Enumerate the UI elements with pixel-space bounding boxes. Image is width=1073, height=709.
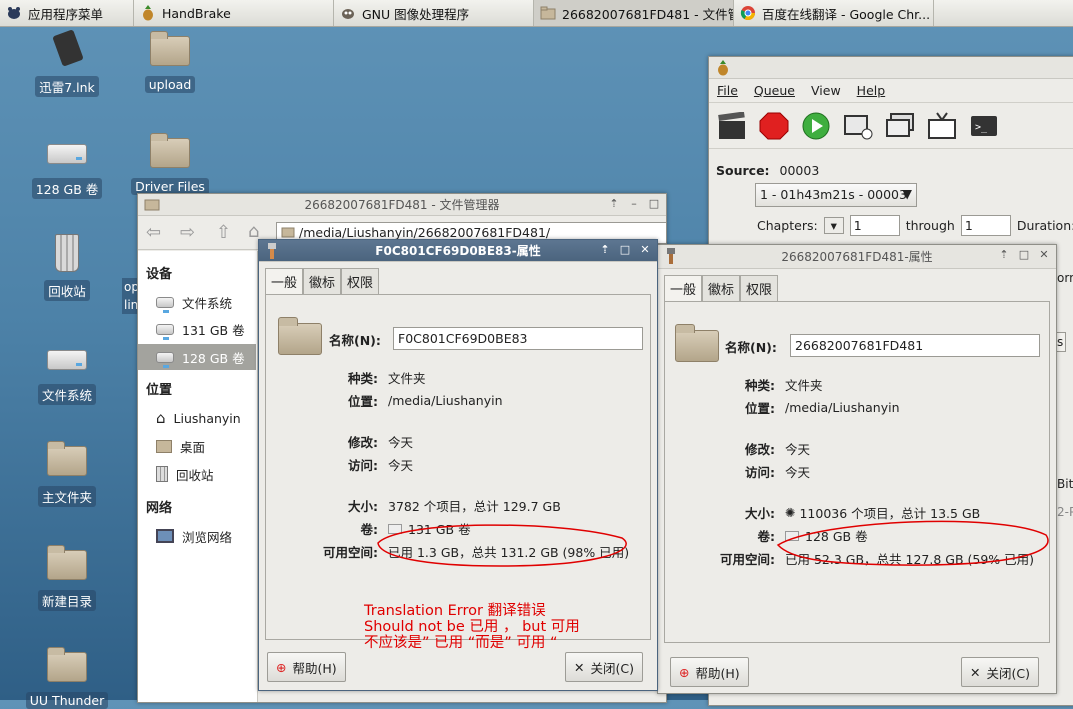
annotation-ellipse — [776, 520, 1049, 566]
annotation-line: Should not be 已用 ， but 可用 — [364, 619, 580, 635]
annotation-line: 不应该是” 已用 “而是” 可用 “ — [364, 635, 558, 651]
annotation-text: Translation Error 翻译错误 Should not be 已用 … — [364, 603, 580, 651]
annotation-ellipse — [377, 524, 627, 567]
annotation-overlay — [377, 520, 1049, 567]
annotation-line: Translation Error 翻译错误 — [364, 603, 546, 619]
